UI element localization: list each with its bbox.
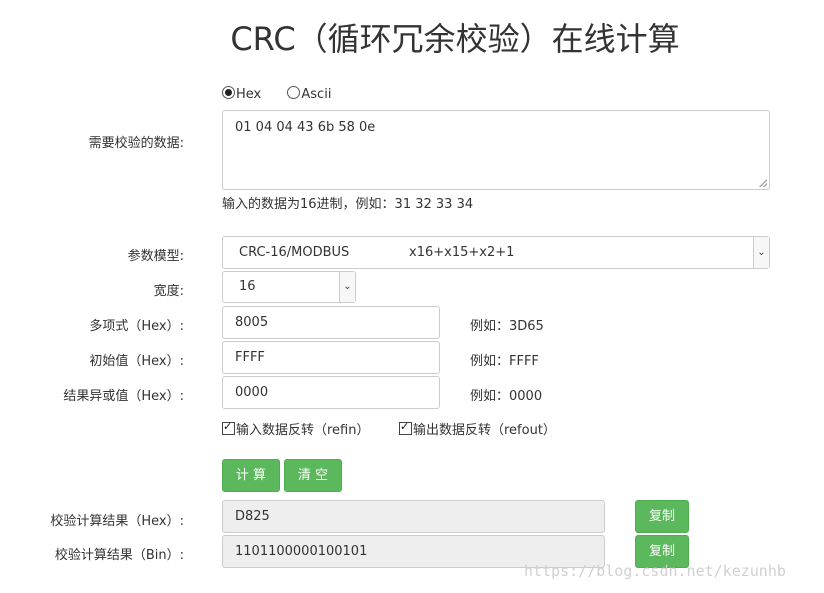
- radio-ascii[interactable]: Ascii: [287, 86, 331, 102]
- refin-label: 输入数据反转（refin）: [236, 423, 370, 438]
- result-bin-value: 1101100000100101: [235, 544, 368, 559]
- poly-input[interactable]: 8005: [222, 306, 440, 339]
- data-input-textarea[interactable]: 01 04 04 43 6b 58 0e: [222, 110, 770, 190]
- copy-hex-button[interactable]: 复制: [635, 500, 689, 533]
- refin-checkbox[interactable]: 输入数据反转（refin）: [222, 419, 370, 438]
- refin-checkbox-control[interactable]: [222, 420, 235, 435]
- init-input-value: FFFF: [235, 350, 265, 365]
- data-input-label: 需要校验的数据:: [88, 136, 184, 151]
- data-input-value: 01 04 04 43 6b 58 0e: [235, 120, 376, 135]
- calculate-button[interactable]: 计 算: [222, 459, 280, 492]
- width-select-value: 16: [239, 279, 256, 294]
- poly-example: 例如：3D65: [470, 319, 544, 334]
- result-bin-label: 校验计算结果（Bin）:: [54, 548, 184, 563]
- radio-ascii-control[interactable]: [287, 86, 301, 99]
- width-select[interactable]: 16 ⌄: [222, 271, 356, 303]
- init-label: 初始值（Hex）:: [89, 354, 184, 369]
- refout-checkbox[interactable]: 输出数据反转（refout）: [399, 419, 556, 438]
- xorout-input[interactable]: 0000: [222, 376, 440, 409]
- poly-label: 多项式（Hex）:: [89, 319, 184, 334]
- radio-ascii-label: Ascii: [301, 87, 332, 102]
- data-input-hint: 输入的数据为16进制，例如：31 32 33 34: [222, 197, 474, 212]
- clear-button[interactable]: 清 空: [284, 459, 342, 492]
- init-input[interactable]: FFFF: [222, 341, 440, 374]
- model-select-value: CRC-16/MODBUS: [239, 245, 350, 260]
- page-title: CRC（循环冗余校验）在线计算: [230, 20, 680, 58]
- xorout-example: 例如：0000: [470, 389, 543, 404]
- radio-hex[interactable]: Hex: [222, 86, 261, 102]
- poly-input-value: 8005: [235, 315, 269, 330]
- resize-grip-icon[interactable]: [759, 179, 767, 187]
- model-label: 参数模型:: [127, 249, 184, 264]
- model-polynomial: x16+x15+x2+1: [409, 245, 515, 260]
- result-hex-field[interactable]: D825: [222, 500, 605, 533]
- format-radio-group: Hex Ascii: [222, 86, 353, 102]
- chevron-down-icon[interactable]: ⌄: [339, 272, 355, 302]
- init-example: 例如：FFFF: [470, 354, 539, 369]
- refout-checkbox-control[interactable]: [399, 420, 412, 435]
- width-label: 宽度:: [153, 284, 184, 299]
- model-select[interactable]: CRC-16/MODBUS x16+x15+x2+1 ⌄: [222, 236, 770, 269]
- refout-label: 输出数据反转（refout）: [413, 423, 556, 438]
- result-hex-label: 校验计算结果（Hex）:: [50, 514, 184, 529]
- radio-hex-control[interactable]: [222, 86, 235, 99]
- xorout-label: 结果异或值（Hex）:: [63, 389, 184, 404]
- radio-hex-label: Hex: [236, 87, 262, 102]
- result-hex-value: D825: [235, 509, 270, 524]
- watermark: https://blog.csdn.net/kezunhb: [524, 562, 786, 580]
- chevron-down-icon[interactable]: ⌄: [753, 237, 769, 268]
- xorout-input-value: 0000: [235, 385, 269, 400]
